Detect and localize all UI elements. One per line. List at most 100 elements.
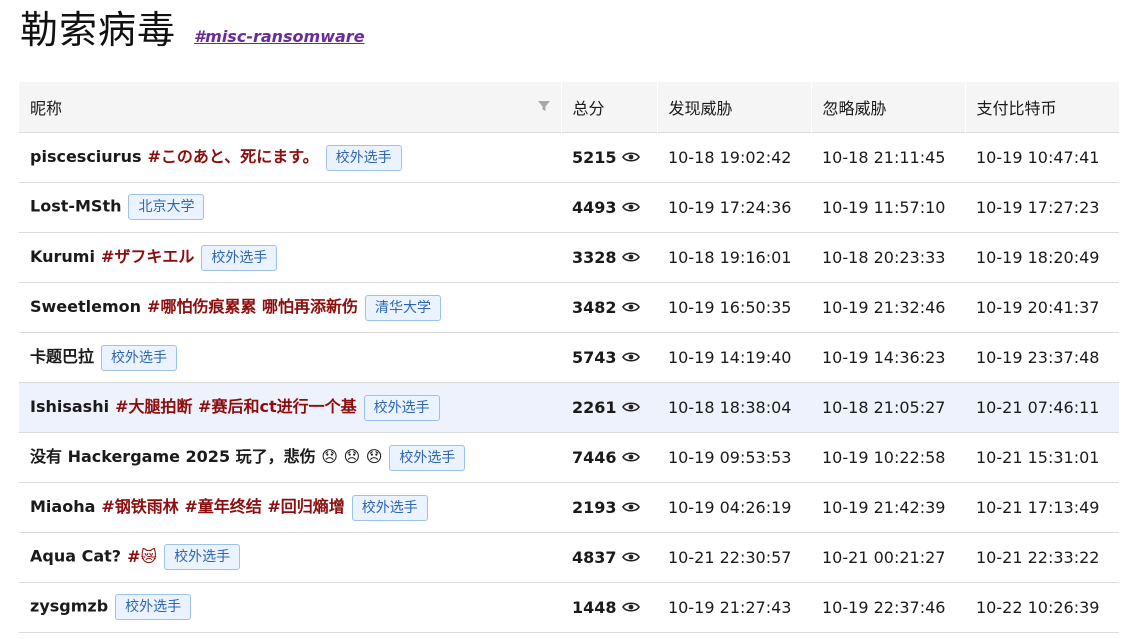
cell-ignored-time: 10-18 21:05:27 <box>811 381 965 432</box>
filter-icon[interactable] <box>537 99 551 113</box>
player-nickname: piscesciurus <box>30 147 142 167</box>
eye-icon[interactable] <box>621 351 640 363</box>
cell-found-time: 10-19 21:27:43 <box>657 581 811 633</box>
player-score: 3328 <box>572 247 617 267</box>
challenge-tag-link[interactable]: #misc-ransomware <box>194 27 365 46</box>
player-score: 1448 <box>572 597 617 617</box>
cell-paid-time: 10-22 10:26:39 <box>965 581 1119 633</box>
player-group-badge: 校外选手 <box>351 494 428 521</box>
column-header-label: 昵称 <box>30 98 63 118</box>
eye-icon[interactable] <box>621 601 640 613</box>
column-header-paid[interactable]: 支付比特币 <box>965 82 1120 132</box>
player-nickname: 没有 Hackergame 2025 玩了，悲伤 😞 😞 😞 <box>30 447 383 467</box>
player-group-badge: 校外选手 <box>115 594 192 620</box>
player-score: 2193 <box>572 497 617 517</box>
cell-ignored-time: 10-19 10:22:58 <box>811 431 965 482</box>
cell-nickname: Ishisashi #大腿拍断 #赛后和ct进行一个基 校外选手 <box>19 381 561 432</box>
eye-icon[interactable] <box>621 151 640 163</box>
eye-icon[interactable] <box>621 401 640 413</box>
cell-nickname: piscesciurus #このあと、死にます。 校外选手 <box>19 131 561 182</box>
cell-score: 7446 <box>561 431 657 482</box>
column-header-found[interactable]: 发现威胁 <box>657 82 812 132</box>
eye-icon[interactable] <box>621 501 640 513</box>
cell-paid-time: 10-21 07:46:11 <box>965 381 1119 432</box>
player-score: 5215 <box>572 147 617 167</box>
cell-ignored-time: 10-18 21:11:45 <box>811 131 965 182</box>
eye-icon[interactable] <box>621 201 640 213</box>
player-group-badge: 清华大学 <box>365 294 442 321</box>
player-score: 2261 <box>572 397 617 417</box>
eye-icon[interactable] <box>621 551 640 563</box>
cell-paid-time: 10-19 20:41:37 <box>965 281 1119 332</box>
table-row: Ishisashi #大腿拍断 #赛后和ct进行一个基 校外选手 2261 10-18 … <box>19 381 1119 432</box>
cell-score: 5215 <box>561 131 657 182</box>
cell-nickname: Miaoha #钢铁雨林 #童年终结 #回归熵增 校外选手 <box>19 481 561 532</box>
player-group-badge: 校外选手 <box>389 444 466 471</box>
cell-paid-time: 10-21 17:13:49 <box>965 481 1119 532</box>
player-group-badge: 校外选手 <box>164 544 241 570</box>
player-nickname: Lost-MSth <box>30 196 122 216</box>
player-group-badge: 北京大学 <box>128 194 205 220</box>
table-row: Kurumi #ザフキエル 校外选手 3328 10-18 19:16:01 10-18 … <box>19 231 1119 282</box>
cell-nickname: Sweetlemon #哪怕伤痕累累 哪怕再添新伤 清华大学 <box>19 281 561 332</box>
table-row: Aqua Cat? #😿 校外选手 4837 10-21 22:30:57 10-21 0… <box>19 531 1119 582</box>
cell-paid-time: 10-19 17:27:23 <box>965 181 1119 232</box>
cell-ignored-time: 10-19 21:42:39 <box>811 481 965 532</box>
player-motto: #このあと、死にます。 <box>147 147 319 167</box>
player-motto: #哪怕伤痕累累 哪怕再添新伤 <box>147 297 359 317</box>
player-motto: #钢铁雨林 #童年终结 #回归熵增 <box>101 497 345 517</box>
cell-score: 3482 <box>561 281 657 332</box>
cell-found-time: 10-19 09:53:53 <box>657 431 811 482</box>
ranking-table: 昵称 总分 发现威胁 忽略威胁 支付比特币 piscesciurus #このあと、… <box>19 82 1120 633</box>
cell-nickname: Kurumi #ザフキエル 校外选手 <box>19 231 561 282</box>
eye-icon[interactable] <box>621 251 640 263</box>
column-header-ignored[interactable]: 忽略威胁 <box>811 82 966 132</box>
table-row: Lost-MSth 北京大学 4493 10-19 17:24:36 10-19 11:… <box>19 181 1119 232</box>
table-row: 卡题巴拉 校外选手 5743 10-19 14:19:40 10-19 14:36:23… <box>19 331 1119 382</box>
cell-ignored-time: 10-19 11:57:10 <box>811 181 965 232</box>
cell-nickname: zysgmzb 校外选手 <box>19 581 561 633</box>
cell-paid-time: 10-21 15:31:01 <box>965 431 1119 482</box>
cell-found-time: 10-18 18:38:04 <box>657 381 811 432</box>
table-header-row: 昵称 总分 发现威胁 忽略威胁 支付比特币 <box>19 82 1120 132</box>
player-nickname: zysgmzb <box>30 596 109 616</box>
cell-found-time: 10-21 22:30:57 <box>657 531 811 582</box>
player-score: 7446 <box>572 447 617 467</box>
cell-paid-time: 10-19 18:20:49 <box>965 231 1119 282</box>
player-score: 4837 <box>572 547 617 567</box>
cell-nickname: Aqua Cat? #😿 校外选手 <box>19 531 561 582</box>
cell-found-time: 10-18 19:16:01 <box>657 231 811 282</box>
eye-icon[interactable] <box>621 301 640 313</box>
cell-score: 4493 <box>561 181 657 232</box>
player-nickname: Ishisashi <box>30 397 110 417</box>
cell-found-time: 10-18 19:02:42 <box>657 131 811 182</box>
cell-nickname: Lost-MSth 北京大学 <box>19 181 561 232</box>
cell-nickname: 没有 Hackergame 2025 玩了，悲伤 😞 😞 😞 校外选手 <box>19 431 561 482</box>
table-row: zysgmzb 校外选手 1448 10-19 21:27:43 10-19 22:37… <box>19 581 1119 633</box>
column-header-score[interactable]: 总分 <box>561 82 658 132</box>
cell-score: 1448 <box>561 581 657 633</box>
cell-score: 3328 <box>561 231 657 282</box>
player-score: 4493 <box>572 197 617 217</box>
title-row: 勒索病毒 #misc-ransomware <box>20 4 365 52</box>
player-nickname: Aqua Cat? <box>30 546 122 566</box>
player-group-badge: 校外选手 <box>325 144 402 171</box>
cell-score: 2193 <box>561 481 657 532</box>
player-nickname: Kurumi <box>30 247 95 267</box>
column-header-nickname[interactable]: 昵称 <box>19 82 562 132</box>
table-row: 没有 Hackergame 2025 玩了，悲伤 😞 😞 😞 校外选手 7446 10… <box>19 431 1119 482</box>
cell-paid-time: 10-19 23:37:48 <box>965 331 1119 382</box>
table-row: piscesciurus #このあと、死にます。 校外选手 5215 10-18 19:… <box>19 131 1119 182</box>
cell-ignored-time: 10-19 22:37:46 <box>811 581 965 633</box>
table-row: Miaoha #钢铁雨林 #童年终结 #回归熵增 校外选手 2193 10-19 04:… <box>19 481 1119 532</box>
cell-ignored-time: 10-18 20:23:33 <box>811 231 965 282</box>
cell-score: 4837 <box>561 531 657 582</box>
cell-score: 2261 <box>561 381 657 432</box>
eye-icon[interactable] <box>621 451 640 463</box>
player-motto: #大腿拍断 #赛后和ct进行一个基 <box>115 397 357 417</box>
cell-paid-time: 10-21 22:33:22 <box>965 531 1119 582</box>
cell-ignored-time: 10-21 00:21:27 <box>811 531 965 582</box>
player-nickname: Sweetlemon <box>30 297 142 317</box>
cell-score: 5743 <box>561 331 657 382</box>
cell-found-time: 10-19 16:50:35 <box>657 281 811 332</box>
